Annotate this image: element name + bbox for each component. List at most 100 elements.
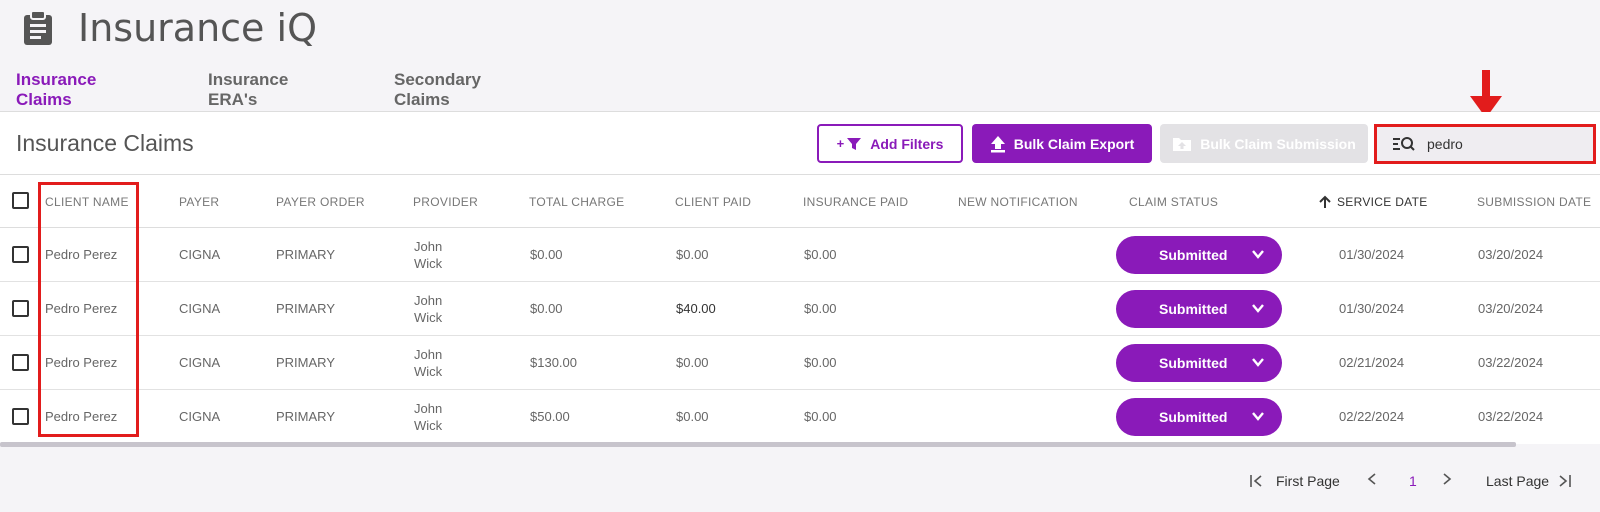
table-row[interactable]: Pedro Perez CIGNA PRIMARY John Wick $130.…	[0, 336, 1600, 390]
app-title: Insurance iQ	[78, 6, 317, 50]
tab-secondary-claims[interactable]: Secondary Claims	[394, 70, 580, 124]
cell-insurance-paid: $0.00	[804, 355, 837, 370]
provider-last: Wick	[414, 256, 443, 271]
cell-submission-date: 03/22/2024	[1478, 409, 1544, 424]
cell-total-charge: $130.00	[530, 355, 577, 370]
claim-status-label: Submitted	[1159, 409, 1228, 425]
cell-payer: CIGNA	[179, 409, 221, 424]
cell-submission-date: 03/20/2024	[1478, 301, 1544, 316]
bulk-claim-export-label: Bulk Claim Export	[1013, 135, 1135, 152]
col-client-paid[interactable]: CLIENT PAID	[675, 195, 751, 209]
row-checkbox[interactable]	[12, 246, 29, 263]
annotation-highlight-box	[38, 182, 139, 437]
cell-client-paid: $0.00	[676, 355, 709, 370]
last-page-label: Last Page	[1486, 473, 1550, 489]
col-payer[interactable]: PAYER	[179, 195, 219, 209]
tab-label: Insurance Claims	[16, 70, 97, 109]
col-new-notification[interactable]: NEW NOTIFICATION	[958, 195, 1078, 209]
table-row[interactable]: Pedro Perez CIGNA PRIMARY John Wick $0.00…	[0, 228, 1600, 282]
cell-insurance-paid: $0.00	[804, 409, 837, 424]
folder-upload-icon	[1173, 137, 1192, 151]
cell-payer-order: PRIMARY	[276, 247, 335, 262]
tab-insurance-eras[interactable]: Insurance ERA's	[208, 70, 379, 124]
upload-icon	[990, 135, 1005, 152]
chevron-down-icon	[1252, 304, 1264, 313]
tab-insurance-claims[interactable]: Insurance Claims	[16, 70, 192, 124]
pagination: First Page 1 Last Page	[0, 470, 1600, 494]
add-filters-button[interactable]: + Add Filters	[817, 124, 963, 163]
bulk-claim-submission-label: Bulk Claim Submission	[1200, 135, 1356, 152]
chevron-right-icon	[1443, 473, 1452, 485]
cell-provider: John Wick	[414, 292, 442, 326]
next-page-button[interactable]	[1442, 473, 1452, 485]
col-provider[interactable]: PROVIDER	[413, 195, 478, 209]
claim-status-dropdown[interactable]: Submitted	[1116, 398, 1282, 436]
page-title: Insurance Claims	[16, 130, 194, 156]
cell-payer: CIGNA	[179, 355, 221, 370]
row-checkbox[interactable]	[12, 408, 29, 425]
clipboard-icon	[24, 10, 52, 45]
cell-service-date: 01/30/2024	[1339, 247, 1405, 262]
cell-provider: John Wick	[414, 400, 442, 434]
claim-status-dropdown[interactable]: Submitted	[1116, 290, 1282, 328]
col-claim-status[interactable]: CLAIM STATUS	[1129, 195, 1218, 209]
first-page-icon	[1250, 475, 1262, 487]
cell-provider: John Wick	[414, 346, 442, 380]
provider-last: Wick	[414, 364, 443, 379]
row-checkbox[interactable]	[12, 300, 29, 317]
cell-provider: John Wick	[414, 238, 442, 272]
plus-label: +	[836, 136, 845, 151]
chevron-left-icon	[1367, 473, 1376, 485]
chevron-down-icon	[1252, 412, 1264, 421]
sort-ascending-icon[interactable]	[1319, 195, 1331, 208]
page-number-current[interactable]: 1	[1409, 473, 1417, 489]
col-submission-date[interactable]: SUBMISSION DATE	[1477, 195, 1591, 209]
table-row[interactable]: Pedro Perez CIGNA PRIMARY John Wick $50.0…	[0, 390, 1600, 444]
bulk-claim-submission-button[interactable]: Bulk Claim Submission	[1160, 124, 1368, 163]
search-input[interactable]	[1427, 136, 1577, 152]
chevron-down-icon	[1252, 250, 1264, 259]
col-payer-order[interactable]: PAYER ORDER	[276, 195, 365, 209]
cell-insurance-paid: $0.00	[804, 301, 837, 316]
claim-status-dropdown[interactable]: Submitted	[1116, 344, 1282, 382]
search-box[interactable]	[1374, 124, 1596, 164]
tab-label: Insurance ERA's	[208, 70, 289, 109]
select-all-checkbox[interactable]	[12, 192, 29, 209]
col-service-date[interactable]: SERVICE DATE	[1337, 195, 1428, 209]
col-total-charge[interactable]: TOTAL CHARGE	[529, 195, 624, 209]
col-insurance-paid[interactable]: INSURANCE PAID	[803, 195, 908, 209]
cell-client-paid: $0.00	[676, 247, 709, 262]
last-page-button[interactable]: Last Page	[1486, 473, 1571, 489]
cell-submission-date: 03/20/2024	[1478, 247, 1544, 262]
cell-service-date: 02/21/2024	[1339, 355, 1405, 370]
cell-payer-order: PRIMARY	[276, 301, 335, 316]
cell-client-paid: $40.00	[676, 301, 716, 316]
provider-first: John	[414, 239, 443, 254]
claim-status-label: Submitted	[1159, 355, 1228, 371]
cell-total-charge: $0.00	[530, 301, 563, 316]
first-page-label: First Page	[1276, 473, 1340, 489]
first-page-button[interactable]: First Page	[1250, 473, 1340, 489]
prev-page-button[interactable]	[1367, 473, 1377, 485]
cell-payer-order: PRIMARY	[276, 409, 335, 424]
cell-payer-order: PRIMARY	[276, 355, 335, 370]
cell-client-paid: $0.00	[676, 409, 709, 424]
cell-total-charge: $50.00	[530, 409, 570, 424]
claim-status-dropdown[interactable]: Submitted	[1116, 236, 1282, 274]
table-header: CLIENT NAME PAYER PAYER ORDER PROVIDER T…	[0, 174, 1600, 228]
tab-label: Secondary Claims	[394, 70, 481, 109]
cell-submission-date: 03/22/2024	[1478, 355, 1544, 370]
last-page-icon	[1559, 475, 1571, 487]
provider-first: John	[414, 401, 443, 416]
cell-payer: CIGNA	[179, 301, 221, 316]
horizontal-scrollbar[interactable]	[0, 442, 1516, 447]
table-row[interactable]: Pedro Perez CIGNA PRIMARY John Wick $0.00…	[0, 282, 1600, 336]
cell-total-charge: $0.00	[530, 247, 563, 262]
provider-last: Wick	[414, 418, 443, 433]
row-checkbox[interactable]	[12, 354, 29, 371]
chevron-down-icon	[1252, 358, 1264, 367]
provider-last: Wick	[414, 310, 443, 325]
provider-first: John	[414, 293, 443, 308]
bulk-claim-export-button[interactable]: Bulk Claim Export	[972, 124, 1152, 163]
filter-icon	[847, 137, 862, 150]
